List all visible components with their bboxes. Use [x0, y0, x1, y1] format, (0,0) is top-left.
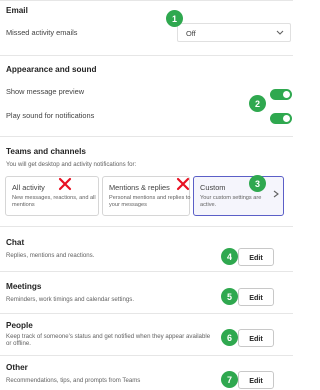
callout-badge-1: 1 — [166, 10, 183, 27]
meetings-edit-button[interactable]: Edit — [238, 288, 274, 306]
callout-badge-5: 5 — [221, 288, 238, 305]
divider — [0, 313, 293, 314]
chat-description: Replies, mentions and reactions. — [6, 252, 95, 259]
divider — [0, 136, 293, 137]
chat-edit-button[interactable]: Edit — [238, 248, 274, 266]
divider — [0, 0, 293, 1]
card-description: Personal mentions and replies to your me… — [109, 195, 191, 208]
x-mark-icon — [58, 177, 72, 191]
other-edit-button[interactable]: Edit — [238, 371, 274, 389]
divider — [0, 271, 293, 272]
card-title: Mentions & replies — [109, 183, 170, 192]
card-all-activity[interactable]: All activity New messages, reactions, an… — [5, 176, 99, 216]
section-title-email: Email — [6, 6, 28, 15]
callout-badge-3: 3 — [249, 175, 266, 192]
people-description: Keep track of someone's status and get n… — [6, 333, 211, 348]
x-mark-icon — [176, 177, 190, 191]
divider — [0, 355, 293, 356]
section-title-meetings: Meetings — [6, 282, 42, 291]
missed-activity-dropdown[interactable]: Off — [177, 23, 291, 42]
teams-subtitle: You will get desktop and activity notifi… — [6, 161, 137, 168]
card-title: Custom — [200, 183, 226, 192]
callout-badge-2: 2 — [249, 95, 266, 112]
section-title-chat: Chat — [6, 238, 25, 247]
meetings-description: Reminders, work timings and calendar set… — [6, 296, 135, 303]
card-custom[interactable]: Custom Your custom settings are active. — [193, 176, 284, 216]
section-title-teams: Teams and channels — [6, 147, 86, 156]
toggle-knob — [283, 91, 290, 98]
card-description: Your custom settings are active. — [200, 195, 262, 208]
section-title-appearance: Appearance and sound — [6, 65, 97, 74]
callout-badge-7: 7 — [221, 371, 238, 388]
section-title-other: Other — [6, 363, 28, 372]
dropdown-value: Off — [186, 29, 196, 38]
show-preview-toggle[interactable] — [270, 89, 292, 100]
show-preview-label: Show message preview — [6, 87, 85, 96]
toggle-knob — [283, 115, 290, 122]
divider — [0, 55, 293, 56]
chevron-down-icon — [276, 30, 284, 35]
play-sound-toggle[interactable] — [270, 113, 292, 124]
callout-badge-6: 6 — [221, 329, 238, 346]
card-description: New messages, reactions, and all mention… — [12, 195, 96, 208]
play-sound-label: Play sound for notifications — [6, 111, 95, 120]
other-description: Recommendations, tips, and prompts from … — [6, 377, 141, 384]
divider — [0, 226, 293, 227]
callout-badge-4: 4 — [221, 248, 238, 265]
missed-activity-label: Missed activity emails — [6, 28, 78, 37]
people-edit-button[interactable]: Edit — [238, 329, 274, 347]
chevron-right-icon — [273, 190, 279, 198]
section-title-people: People — [6, 321, 33, 330]
card-title: All activity — [12, 183, 45, 192]
